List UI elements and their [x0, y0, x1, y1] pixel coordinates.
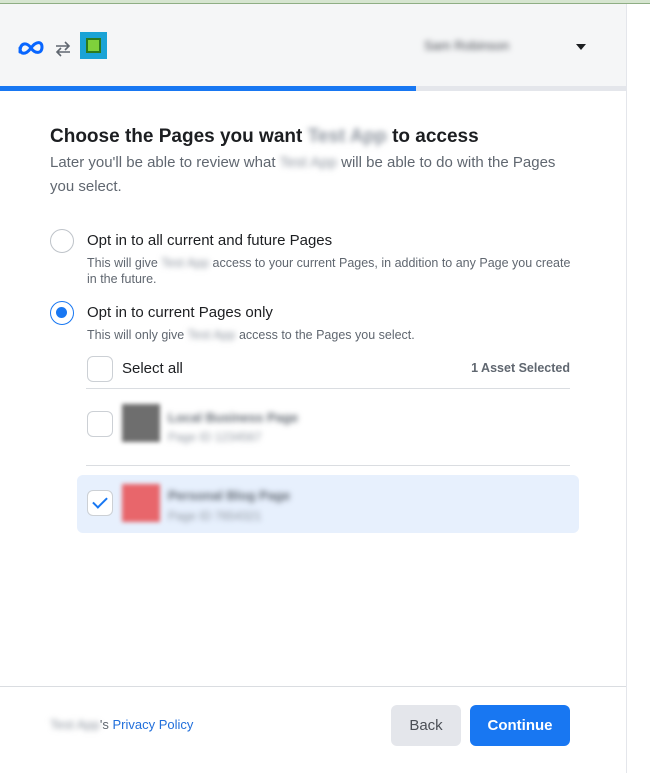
- page-avatar: [122, 404, 160, 442]
- page-name[interactable]: Local Business Page: [168, 410, 298, 425]
- swap-arrows-icon: [55, 41, 71, 57]
- page-avatar: [122, 484, 160, 522]
- page-title: Choose the Pages you want Test App to ac…: [50, 126, 479, 147]
- page-subtitle: Later you'll be able to review what Test…: [50, 154, 556, 195]
- progress-bar-fill: [0, 86, 417, 91]
- page-meta: Page ID 1234567: [168, 430, 262, 444]
- back-button[interactable]: Back: [391, 705, 461, 746]
- app-name-blurred: Test App: [307, 126, 387, 147]
- option-all-pages-title[interactable]: Opt in to all current and future Pages: [87, 232, 332, 249]
- footer-divider: [0, 686, 626, 687]
- select-all-checkbox[interactable]: [87, 356, 113, 382]
- selected-count: 1 Asset Selected: [471, 361, 570, 375]
- window-right-edge: [626, 4, 650, 773]
- dialog-header: Sam Robinson: [0, 4, 626, 87]
- meta-infinity-icon: [18, 41, 44, 55]
- option-current-pages-desc: This will only give Test App access to t…: [87, 328, 415, 342]
- app-name-blurred: Test App: [50, 717, 100, 732]
- app-square-logo-icon: [80, 32, 107, 59]
- option-current-pages-title[interactable]: Opt in to current Pages only: [87, 304, 273, 321]
- privacy-policy-link[interactable]: Privacy Policy: [112, 717, 193, 732]
- page-checkbox-checked[interactable]: [87, 490, 113, 516]
- radio-current-pages[interactable]: [50, 301, 74, 325]
- select-all-label[interactable]: Select all: [122, 360, 183, 377]
- list-divider: [86, 388, 570, 389]
- option-all-pages-desc: This will give Test App access to your c…: [87, 256, 571, 286]
- privacy-policy: Test App's Privacy Policy: [50, 717, 194, 732]
- page-checkbox[interactable]: [87, 411, 113, 437]
- page-meta: Page ID 7654321: [168, 509, 262, 523]
- continue-button[interactable]: Continue: [470, 705, 570, 746]
- account-name[interactable]: Sam Robinson: [424, 38, 572, 56]
- caret-down-icon[interactable]: [576, 44, 586, 50]
- progress-bar: [0, 86, 626, 91]
- radio-all-pages[interactable]: [50, 229, 74, 253]
- list-divider: [86, 465, 570, 466]
- app-name-blurred: Test App: [279, 154, 337, 171]
- page-name[interactable]: Personal Blog Page: [168, 488, 290, 503]
